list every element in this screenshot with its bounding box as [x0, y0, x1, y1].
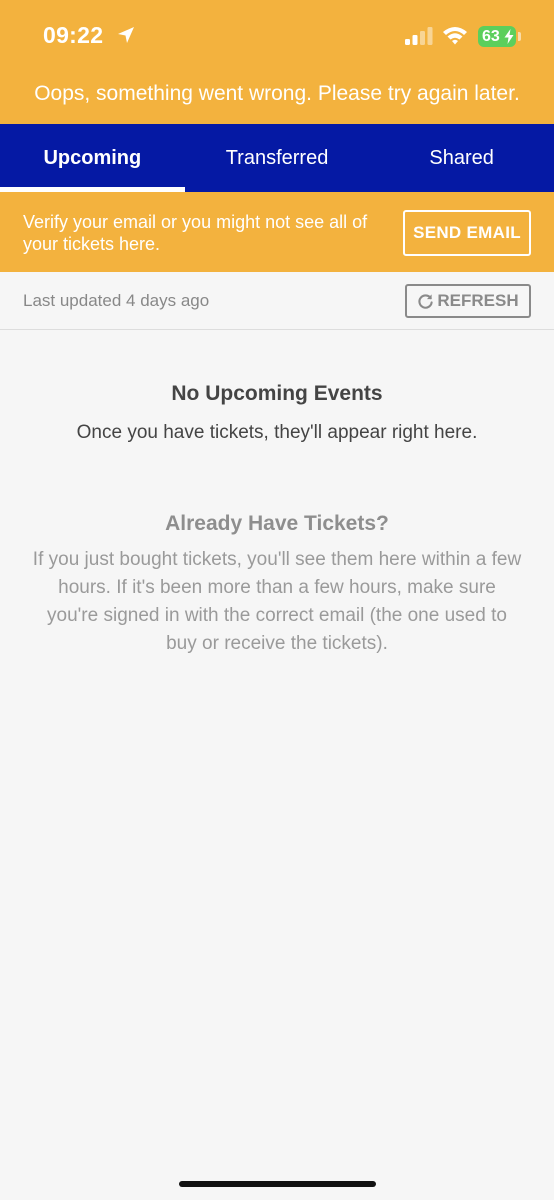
empty-state-subtitle: Once you have tickets, they'll appear ri…	[76, 422, 478, 443]
battery-indicator: 63	[478, 26, 516, 47]
battery-cap	[518, 32, 521, 41]
home-indicator	[179, 1181, 376, 1187]
status-bar: 09:22 63	[0, 0, 554, 70]
tab-shared[interactable]: Shared	[369, 124, 554, 192]
last-updated-text: Last updated 4 days ago	[23, 291, 210, 310]
help-body: If you just bought tickets, you'll see t…	[32, 549, 522, 654]
tab-bar: Upcoming Transferred Shared	[0, 124, 554, 192]
signal-icon	[405, 27, 433, 45]
refresh-icon	[418, 293, 434, 309]
tab-upcoming[interactable]: Upcoming	[0, 124, 185, 192]
refresh-label: REFRESH	[437, 291, 519, 310]
tab-transferred[interactable]: Transferred	[185, 124, 370, 192]
refresh-button[interactable]: REFRESH	[405, 284, 531, 318]
help-title: Already Have Tickets?	[165, 512, 389, 535]
location-arrow-icon	[118, 27, 134, 43]
status-time: 09:22	[43, 22, 104, 48]
top-header: 09:22 63 Oops, something went wrong. Ple…	[0, 0, 554, 124]
error-message: Oops, something went wrong. Please try a…	[34, 82, 520, 105]
wifi-icon	[443, 27, 467, 45]
battery-level: 63	[482, 27, 500, 45]
verify-email-message: Verify your email or you might not see a…	[23, 212, 368, 254]
battery-charging-icon	[504, 29, 514, 44]
last-updated-row: Last updated 4 days ago REFRESH	[0, 272, 554, 330]
verify-email-banner: Verify your email or you might not see a…	[0, 192, 554, 272]
tickets-screen: 09:22 63 Oops, something went wrong. Ple…	[0, 0, 554, 1200]
empty-state-title: No Upcoming Events	[171, 382, 383, 405]
send-email-button[interactable]: SEND EMAIL	[403, 210, 531, 256]
